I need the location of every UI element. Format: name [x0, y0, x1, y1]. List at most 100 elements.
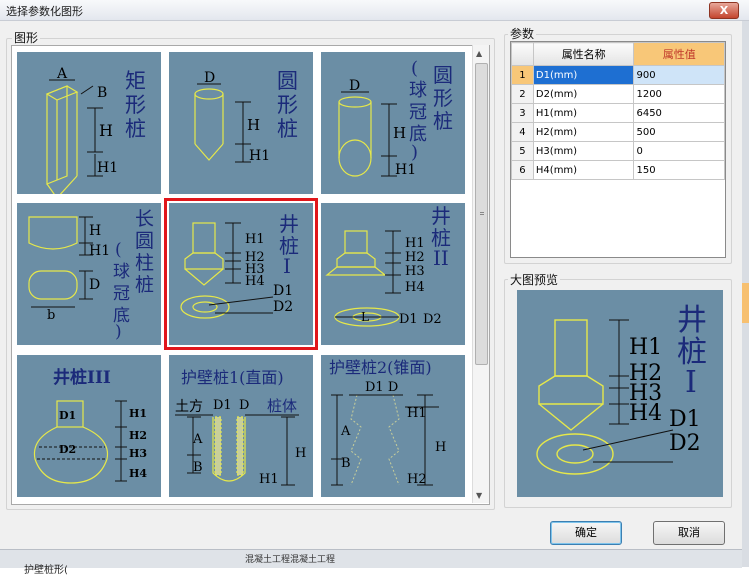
tile-label-a: A	[56, 66, 68, 82]
background-text: 护壁桩形(	[24, 565, 68, 576]
tile-title: 护壁桩1(直面)	[181, 368, 284, 387]
table-row[interactable]: 1 D1(mm) 900	[511, 65, 725, 85]
tile-label-l: L	[361, 310, 369, 324]
table-row[interactable]: 4 H2(mm) 500	[511, 122, 725, 142]
param-name: H3(mm)	[532, 141, 635, 161]
tile-label-h1: H1	[249, 148, 270, 164]
tile-label-d: D	[204, 70, 215, 86]
tile-round-pile[interactable]: D H H1 圆形桩	[169, 52, 313, 194]
tile-title: 圆形桩(球冠底)	[409, 58, 453, 163]
param-value[interactable]: 900	[633, 65, 725, 85]
tile-label-d: D	[349, 78, 360, 94]
tile-well-pile-3[interactable]: 井桩III D1 D2 H1 H2 H3 H4	[17, 355, 161, 497]
col-value-header[interactable]: 属性值	[633, 42, 725, 66]
preview-label-d2: D2	[669, 431, 701, 456]
tile-title: 长圆柱桩(球冠底)	[113, 208, 154, 342]
scroll-up-arrow-icon[interactable]: ▲	[476, 49, 482, 58]
param-value[interactable]: 1200	[633, 84, 725, 104]
table-row[interactable]: 2 D2(mm) 1200	[511, 84, 725, 104]
tile-label-h: H	[89, 223, 101, 239]
row-index: 5	[511, 141, 534, 161]
row-index: 2	[511, 84, 534, 104]
table-row[interactable]: 5 H3(mm) 0	[511, 141, 725, 161]
preview-group-label: 大图预览	[508, 271, 561, 288]
tile-label-h1: H1	[97, 160, 118, 176]
window-title: 选择参数化图形	[6, 5, 83, 18]
tile-label-d1: D1	[213, 398, 232, 413]
tile-label-d1: D1	[273, 283, 293, 299]
param-value[interactable]: 150	[633, 160, 725, 180]
tile-label-b: B	[341, 456, 351, 471]
param-value[interactable]: 0	[633, 141, 725, 161]
col-name-header[interactable]: 属性名称	[532, 42, 635, 66]
tile-label-h1: H1	[89, 243, 110, 259]
tile-wall-pile-1[interactable]: 护壁桩1(直面) 土方 D1 D 桩体 A B H H1	[169, 355, 313, 497]
tile-well-pile-2[interactable]: H1 H2 H3 H4 L D1 D2 井桩 II	[321, 203, 465, 345]
ok-button[interactable]: 确定	[550, 521, 622, 545]
params-table[interactable]: 属性名称 属性值 1 D1(mm) 900 2 D2(mm) 1200 3 H1…	[510, 41, 726, 258]
row-index: 6	[511, 160, 534, 180]
cancel-button[interactable]: 取消	[653, 521, 725, 545]
tile-label-d1d: D1 D	[365, 380, 398, 395]
background-tab	[742, 283, 749, 323]
tile-label-a: A	[192, 432, 203, 447]
tile-label-h: H	[247, 116, 260, 134]
tile-title: 圆形桩	[277, 69, 298, 141]
tile-long-round-pile[interactable]: H H1 D b 长圆柱桩(球冠底)	[17, 203, 161, 345]
param-name: D2(mm)	[532, 84, 635, 104]
row-index: 1	[511, 65, 534, 85]
title-bar: 选择参数化图形 X	[0, 0, 749, 21]
preview-image: H1 H2 H3 H4 D1 D2 井桩 I	[517, 290, 723, 497]
tile-label-d2: D2	[423, 312, 442, 327]
tile-label-tufang: 土方	[175, 399, 203, 415]
tile-round-cap-pile[interactable]: D H H1 圆形桩(球冠底)	[321, 52, 465, 194]
tile-label-h: H	[393, 124, 406, 142]
param-value[interactable]: 6450	[633, 103, 725, 123]
scrollbar-thumb[interactable]	[475, 63, 488, 365]
tile-well-pile-1[interactable]: H1 H2 H3 H4 D1 D2 井桩 I	[164, 198, 318, 350]
tile-label-h2: H2	[129, 429, 147, 442]
tile-label-zhuti: 桩体	[267, 397, 297, 415]
tile-label-h1: H1	[245, 232, 265, 247]
scroll-down-arrow-icon[interactable]: ▼	[476, 491, 482, 500]
tile-label-d2: D2	[273, 299, 293, 315]
param-name: H2(mm)	[532, 122, 635, 142]
tile-rect-pile[interactable]: A B H H1 矩形桩	[17, 52, 161, 194]
preview-title: 井桩 I	[677, 303, 707, 400]
params-group-label: 参数	[508, 25, 537, 42]
tile-title: 井桩 I	[279, 212, 299, 278]
shape-gallery[interactable]: A B H H1 矩形桩 D H H1 圆形桩 D H H1 圆形桩(球冠底) …	[11, 45, 490, 505]
tile-label-h: H	[99, 121, 113, 140]
table-row[interactable]: 6 H4(mm) 150	[511, 160, 725, 180]
tile-label-h: H	[435, 440, 446, 455]
tile-label-d1: D1	[399, 312, 418, 327]
tile-title: 井桩III	[53, 367, 111, 388]
col-index-header	[511, 42, 534, 66]
preview-label-d1: D1	[669, 407, 701, 432]
tile-label-h3: H3	[405, 264, 425, 279]
tile-title: 护壁桩2(锥面)	[329, 358, 432, 377]
tile-label-a: A	[340, 424, 351, 439]
close-button[interactable]: X	[709, 2, 739, 19]
tile-label-h: H	[295, 446, 306, 461]
tile-wall-pile-2[interactable]: 护壁桩2(锥面) D1 D H1 A B H H2	[321, 355, 465, 497]
tile-label-h3: H3	[129, 447, 147, 460]
tile-label-h2: H2	[405, 250, 425, 265]
background-window-edge	[742, 21, 749, 567]
tile-label-h2: H2	[407, 472, 427, 487]
tile-label-h1: H1	[259, 472, 279, 487]
grip-icon	[480, 212, 484, 215]
tile-label-h4: H4	[245, 274, 265, 289]
tile-label-h1: H1	[395, 162, 416, 178]
preview-label-h1: H1	[629, 335, 662, 360]
tile-label-h4: H4	[129, 467, 147, 480]
gallery-scrollbar[interactable]: ▲ ▼	[472, 45, 489, 503]
tile-label-d: D	[239, 398, 249, 413]
tile-label-b: B	[193, 460, 203, 475]
shapes-group-label: 图形	[12, 29, 41, 46]
tile-label-d1: D1	[59, 409, 76, 422]
tile-label-h1: H1	[407, 406, 427, 421]
tile-label-h1: H1	[129, 407, 147, 420]
param-value[interactable]: 500	[633, 122, 725, 142]
table-row[interactable]: 3 H1(mm) 6450	[511, 103, 725, 123]
